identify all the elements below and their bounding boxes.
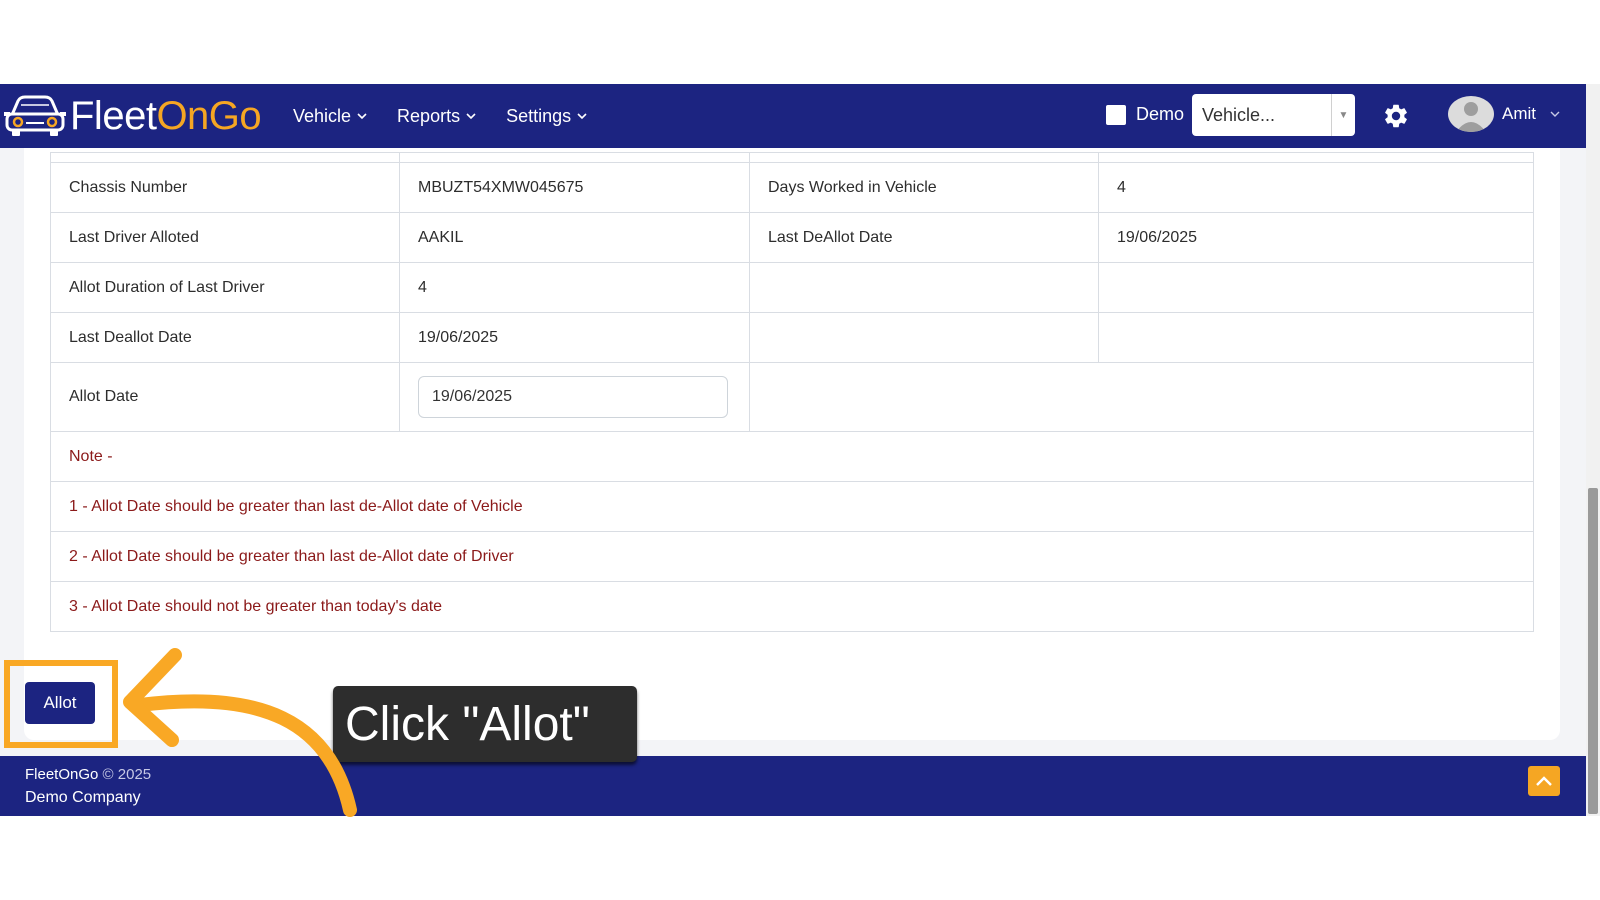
scroll-to-top-button[interactable] [1528, 766, 1560, 796]
row-value: 19/06/2025 [1098, 212, 1534, 263]
table-cell [749, 152, 1099, 163]
table-row: Allot Duration of Last Driver 4 [50, 262, 1534, 313]
chevron-up-icon [1536, 776, 1552, 786]
page-footer: FleetOnGo © 2025 Demo Company [0, 756, 1586, 816]
row-label [749, 262, 1099, 313]
table-row: Last Driver Alloted AAKIL Last DeAllot D… [50, 212, 1534, 263]
instruction-callout: Click "Allot" [333, 686, 637, 762]
vehicle-details-table: Chassis Number MBUZT54XMW045675 Days Wor… [50, 152, 1534, 632]
nav-item-settings[interactable]: Settings [506, 106, 587, 127]
row-value: MBUZT54XMW045675 [399, 162, 750, 213]
demo-label: Demo [1136, 104, 1185, 124]
gear-icon[interactable] [1382, 102, 1410, 130]
avatar [1448, 96, 1494, 132]
user-name: Amit [1502, 104, 1536, 123]
brand-logo[interactable]: FleetOnGo [4, 92, 262, 140]
demo-toggle: Demo [1106, 104, 1184, 125]
nav-item-label: Vehicle [293, 105, 352, 126]
row-label: Allot Duration of Last Driver [50, 262, 400, 313]
allot-date-input[interactable]: 19/06/2025 [418, 376, 728, 418]
table-row-allot-date: Allot Date 19/06/2025 [50, 362, 1534, 432]
note-row: 1 - Allot Date should be greater than la… [50, 481, 1534, 532]
table-row: Last Deallot Date 19/06/2025 [50, 312, 1534, 363]
footer-year: © 2025 [102, 766, 152, 783]
row-value [1098, 312, 1534, 363]
table-row: Chassis Number MBUZT54XMW045675 Days Wor… [50, 162, 1534, 213]
allot-date-cell: 19/06/2025 [399, 362, 750, 432]
row-value: 19/06/2025 [399, 312, 750, 363]
table-cell [399, 152, 750, 163]
row-label: Last Deallot Date [50, 312, 400, 363]
nav-item-reports[interactable]: Reports [397, 106, 476, 127]
note-row: Note - [50, 431, 1534, 482]
brand-name: FleetOnGo [70, 94, 262, 138]
main-menu: Vehicle Reports Settings [293, 84, 587, 148]
note-row: 2 - Allot Date should be greater than la… [50, 531, 1534, 582]
row-label: Chassis Number [50, 162, 400, 213]
note-item: 1 - Allot Date should be greater than la… [50, 481, 1534, 532]
car-logo-icon [4, 95, 66, 136]
row-value: 4 [1098, 162, 1534, 213]
user-silhouette-icon [1456, 102, 1486, 132]
scrollbar-thumb[interactable] [1588, 488, 1598, 814]
app-window: FleetOnGo Vehicle Reports Settings Demo … [0, 84, 1586, 816]
vertical-scrollbar[interactable] [1586, 84, 1600, 816]
row-value: 4 [399, 262, 750, 313]
highlight-box [4, 660, 118, 748]
footer-copyright: FleetOnGo © 2025 [25, 766, 151, 783]
vehicle-select-value: Vehicle... [1202, 104, 1276, 125]
row-label: Days Worked in Vehicle [749, 162, 1099, 213]
table-cell [749, 362, 1534, 432]
note-row: 3 - Allot Date should not be greater tha… [50, 581, 1534, 632]
screenshot-stage: FleetOnGo Vehicle Reports Settings Demo … [0, 0, 1600, 900]
row-label [749, 312, 1099, 363]
nav-item-label: Settings [506, 105, 572, 126]
nav-item-label: Reports [397, 105, 461, 126]
chevron-down-icon [1550, 111, 1560, 117]
top-navbar: FleetOnGo Vehicle Reports Settings Demo … [0, 84, 1586, 148]
row-label: Last Driver Alloted [50, 212, 400, 263]
chevron-down-icon [577, 113, 587, 120]
note-heading: Note - [50, 431, 1534, 482]
nav-item-vehicle[interactable]: Vehicle [293, 106, 367, 127]
user-menu[interactable]: Amit [1448, 96, 1560, 132]
vehicle-select[interactable]: Vehicle... ▼ [1192, 94, 1355, 136]
dropdown-arrow-icon: ▼ [1331, 94, 1355, 136]
note-item: 3 - Allot Date should not be greater tha… [50, 581, 1534, 632]
row-label: Last DeAllot Date [749, 212, 1099, 263]
footer-company: Demo Company [25, 789, 141, 806]
row-value [1098, 262, 1534, 313]
chevron-down-icon [357, 113, 367, 120]
demo-checkbox[interactable] [1106, 104, 1126, 125]
footer-brand: FleetOnGo [25, 766, 99, 783]
row-value: AAKIL [399, 212, 750, 263]
allot-date-label: Allot Date [50, 362, 400, 432]
chevron-down-icon [466, 113, 476, 120]
note-item: 2 - Allot Date should be greater than la… [50, 531, 1534, 582]
table-cell [50, 152, 400, 163]
table-row [50, 152, 1534, 163]
table-cell [1098, 152, 1534, 163]
